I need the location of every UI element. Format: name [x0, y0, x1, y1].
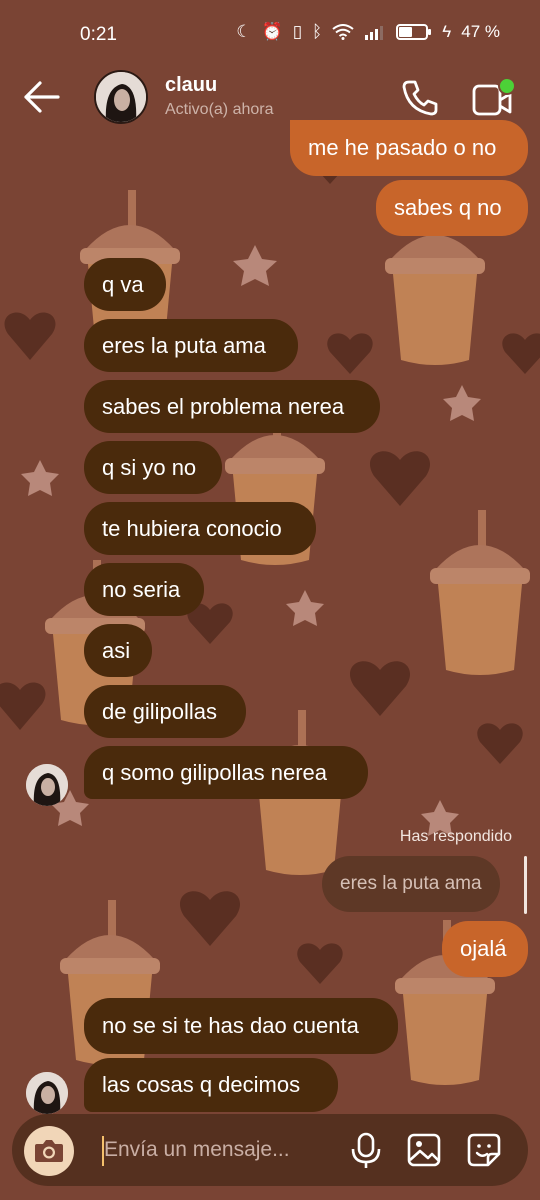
contact-avatar[interactable]: [94, 70, 148, 124]
message-sent[interactable]: sabes q no: [376, 180, 528, 236]
reply-quote-text: eres la puta ama: [340, 873, 482, 894]
message-text: no se si te has dao cuenta: [102, 1013, 359, 1038]
message-text: no seria: [102, 577, 181, 602]
message-received[interactable]: q somo gilipollas nerea: [84, 746, 368, 799]
phone-icon[interactable]: [400, 78, 440, 118]
bluetooth-icon: ᛒ: [312, 22, 323, 41]
message-text: te hubiera conocio: [102, 516, 282, 541]
status-time: 0:21: [80, 24, 117, 45]
message-text: de gilipollas: [102, 699, 217, 724]
avatar-photo: [26, 1072, 68, 1114]
reply-quote[interactable]: eres la puta ama: [322, 856, 500, 912]
message-received[interactable]: de gilipollas: [84, 685, 246, 738]
reply-label: Has respondido: [399, 828, 512, 845]
battery-icon: [396, 24, 432, 40]
sender-avatar[interactable]: [26, 764, 68, 806]
battery-percent: 47 %: [461, 22, 500, 41]
message-input[interactable]: [104, 1130, 344, 1170]
message-received[interactable]: las cosas q decimos: [84, 1058, 338, 1112]
camera-icon: [35, 1140, 63, 1162]
contact-name[interactable]: clauu: [165, 74, 217, 97]
contact-status: Activo(a) ahora: [165, 101, 274, 118]
message-text: q va: [102, 272, 144, 297]
message-text: ojalá: [460, 936, 507, 961]
status-bar: 0:21 ☾ ⏰ ▯ ᛒ ϟ 47 %: [0, 0, 540, 70]
moon-icon: ☾: [236, 22, 252, 41]
alarm-icon: ⏰: [261, 22, 283, 41]
charging-icon: ϟ: [442, 22, 452, 41]
avatar-photo: [26, 764, 68, 806]
signal-icon: [365, 26, 384, 40]
message-received[interactable]: q va: [84, 258, 166, 311]
message-text: sabes el problema nerea: [102, 394, 345, 419]
message-sent[interactable]: me he pasado o no: [290, 120, 528, 176]
message-composer: [12, 1114, 528, 1186]
video-call-icon[interactable]: [470, 76, 516, 120]
message-received[interactable]: no seria: [84, 563, 204, 616]
message-received[interactable]: q si yo no: [84, 441, 222, 494]
message-text: asi: [102, 638, 131, 663]
message-text: las cosas q decimos: [102, 1072, 301, 1097]
message-received[interactable]: te hubiera conocio: [84, 502, 316, 555]
message-received[interactable]: asi: [84, 624, 152, 677]
message-text: q somo gilipollas nerea: [102, 760, 328, 785]
avatar-photo: [96, 72, 146, 122]
sticker-icon[interactable]: [466, 1132, 502, 1168]
sender-avatar[interactable]: [26, 1072, 68, 1114]
message-received[interactable]: no se si te has dao cuenta: [84, 998, 398, 1054]
reply-bar: [524, 856, 527, 914]
message-text: q si yo no: [102, 455, 197, 480]
back-arrow-icon[interactable]: [22, 80, 62, 114]
message-received[interactable]: eres la puta ama: [84, 319, 298, 372]
vibrate-icon: ▯: [292, 22, 303, 41]
wifi-icon: [332, 24, 354, 40]
gallery-icon[interactable]: [406, 1132, 442, 1168]
message-text: me he pasado o no: [308, 135, 497, 160]
message-received[interactable]: sabes el problema nerea: [84, 380, 380, 433]
message-text: eres la puta ama: [102, 333, 266, 358]
microphone-icon[interactable]: [348, 1132, 384, 1170]
message-sent[interactable]: ojalá: [442, 921, 528, 977]
message-text: sabes q no: [394, 195, 502, 220]
status-icons: ☾ ⏰ ▯ ᛒ ϟ 47 %: [236, 22, 500, 42]
camera-button[interactable]: [24, 1126, 74, 1176]
